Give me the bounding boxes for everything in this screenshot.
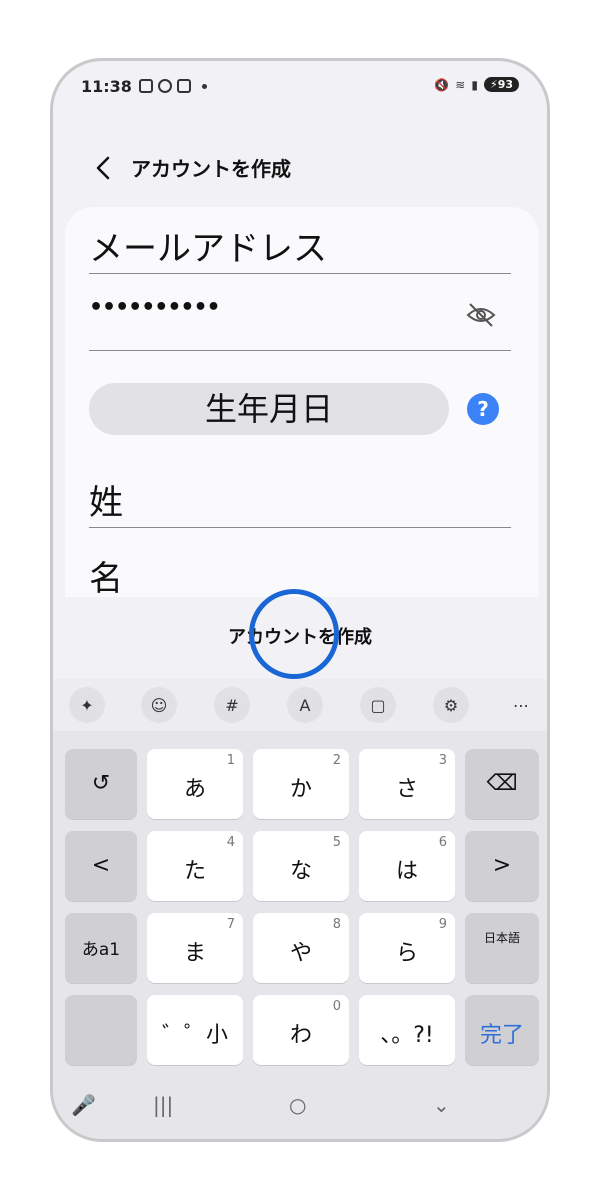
hide-password-icon[interactable] xyxy=(465,301,497,329)
backspace-key[interactable]: ⌫ xyxy=(465,749,539,819)
wifi-icon: ≋ xyxy=(455,77,466,92)
status-icons xyxy=(139,79,207,93)
gallery-icon xyxy=(139,79,153,93)
status-right: 🔇 ≋ ▮ ⚡93 xyxy=(434,77,519,92)
status-bar: 11:38 🔇 ≋ ▮ ⚡93 xyxy=(53,61,547,119)
key-ya[interactable]: 8や xyxy=(253,913,349,983)
calendar-icon xyxy=(177,79,191,93)
tap-indicator xyxy=(249,589,339,679)
back-arrow-icon[interactable] xyxy=(89,153,119,183)
help-icon[interactable]: ? xyxy=(467,393,499,425)
status-time: 11:38 xyxy=(81,77,132,96)
symbols-icon[interactable]: # xyxy=(214,687,250,723)
email-field[interactable]: メールアドレス xyxy=(89,221,327,270)
key-wa[interactable]: 0わ xyxy=(253,995,349,1065)
key-ta[interactable]: 4た xyxy=(147,831,243,901)
punctuation-key[interactable]: 、。?! xyxy=(359,995,455,1065)
password-underline xyxy=(89,350,511,351)
clipboard-icon[interactable]: ▢ xyxy=(360,687,396,723)
key-ra[interactable]: 9ら xyxy=(359,913,455,983)
key-ma[interactable]: 7ま xyxy=(147,913,243,983)
battery-indicator: ⚡93 xyxy=(483,77,519,92)
system-nav-bar: 🎤 ||| ○ ⌄ xyxy=(53,1079,547,1139)
recent-apps-icon[interactable]: ||| xyxy=(153,1093,173,1117)
key-sa[interactable]: 3さ xyxy=(359,749,455,819)
cursor-right-key[interactable]: > xyxy=(465,831,539,901)
phone-frame: 11:38 🔇 ≋ ▮ ⚡93 アカウントを作成 メールアドレス •••••••… xyxy=(50,58,550,1142)
signal-icon: ▮ xyxy=(471,77,478,92)
undo-key[interactable]: ↺ xyxy=(65,749,137,819)
keyboard: ✦ ☺ # A ▢ ⚙ ⋯ ↺ 1あ 2か 3さ ⌫ < 4た 5 な 6 は … xyxy=(53,679,547,1139)
key-ka[interactable]: 2か xyxy=(253,749,349,819)
key-ha[interactable]: 6は xyxy=(359,831,455,901)
mute-icon: 🔇 xyxy=(434,77,450,92)
page-title: アカウントを作成 xyxy=(131,157,291,181)
input-mode-key[interactable]: あa1 xyxy=(65,913,137,983)
first-name-field[interactable]: 名 xyxy=(89,551,123,600)
form-card: メールアドレス •••••••••• 生年月日 ? 姓 名 xyxy=(65,207,539,600)
done-key[interactable]: 完了 xyxy=(465,995,539,1065)
blank-key[interactable] xyxy=(65,995,137,1065)
last-name-field[interactable]: 姓 xyxy=(89,475,123,524)
birthday-button[interactable]: 生年月日 xyxy=(89,383,449,435)
app-bar: アカウントを作成 xyxy=(53,131,547,201)
email-underline xyxy=(89,273,511,274)
password-field[interactable]: •••••••••• xyxy=(89,295,221,320)
language-space-key[interactable]: 日本語 xyxy=(465,913,539,983)
info-icon xyxy=(158,79,172,93)
keyboard-toolbar: ✦ ☺ # A ▢ ⚙ ⋯ xyxy=(53,679,547,731)
translate-icon[interactable]: A xyxy=(287,687,323,723)
emoji-icon[interactable]: ☺ xyxy=(141,687,177,723)
more-icon[interactable]: ⋯ xyxy=(503,687,539,723)
key-na[interactable]: 5な xyxy=(253,831,349,901)
sparkle-icon[interactable]: ✦ xyxy=(69,687,105,723)
settings-icon[interactable]: ⚙ xyxy=(433,687,469,723)
notification-dot-icon xyxy=(202,83,207,89)
microphone-icon[interactable]: 🎤 xyxy=(71,1093,96,1117)
cursor-left-key[interactable]: < xyxy=(65,831,137,901)
last-name-underline xyxy=(89,527,511,528)
dakuten-key[interactable]: ゛゜小 xyxy=(147,995,243,1065)
key-a[interactable]: 1あ xyxy=(147,749,243,819)
collapse-keyboard-icon[interactable]: ⌄ xyxy=(433,1093,450,1117)
home-icon[interactable]: ○ xyxy=(289,1093,306,1117)
